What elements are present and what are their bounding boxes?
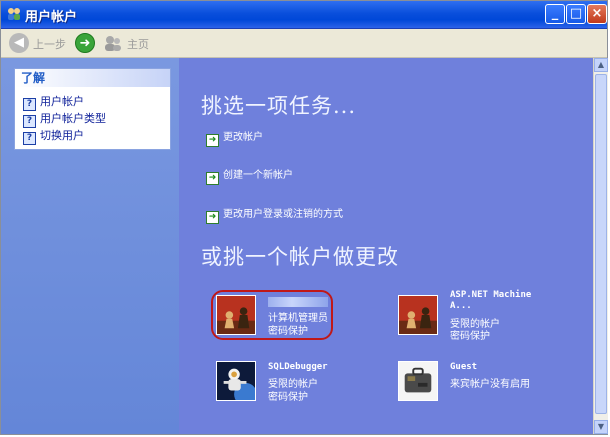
scroll-thumb[interactable]: [595, 74, 607, 414]
home-label[interactable]: 主页: [127, 36, 149, 52]
learn-item-user-accounts[interactable]: ? 用户帐户: [23, 93, 84, 111]
window-title: 用户帐户: [25, 10, 78, 25]
arrow-icon: ➜: [206, 134, 219, 147]
task-create-account[interactable]: ➜ 创建一个新帐户: [206, 166, 293, 185]
help-icon: ?: [23, 132, 36, 145]
task-change-logon[interactable]: ➜ 更改用户登录或注销的方式: [206, 205, 343, 224]
account-name: Guest: [450, 362, 478, 372]
title-bar[interactable]: 用户帐户 _ □ ×: [1, 1, 607, 29]
task-label: 创建一个新帐户: [223, 170, 293, 181]
left-task-pane: 了解 ? 用户帐户 ? 用户帐户类型 ? 切换用户: [1, 58, 179, 434]
maximize-button[interactable]: □: [566, 4, 586, 24]
task-heading: 挑选一项任务...: [201, 94, 357, 118]
learn-item-label: 用户帐户: [40, 95, 84, 108]
arrow-icon: ➜: [206, 211, 219, 224]
close-button[interactable]: ×: [587, 4, 607, 24]
learn-heading: 了解: [15, 69, 170, 87]
learn-item-switch-user[interactable]: ? 切换用户: [23, 127, 84, 145]
learn-item-account-types[interactable]: ? 用户帐户类型: [23, 110, 106, 128]
account-type: 来宾帐户没有启用: [450, 379, 530, 390]
task-label: 更改用户登录或注销的方式: [223, 209, 343, 220]
scroll-up-icon[interactable]: ▲: [594, 58, 608, 72]
learn-box: 了解 ? 用户帐户 ? 用户帐户类型 ? 切换用户: [14, 68, 171, 150]
arrow-icon: ➜: [206, 172, 219, 185]
account-aspnet[interactable]: ASP.NET Machine A... 受限的帐户 密码保护: [398, 290, 548, 342]
account-name: SQLDebugger: [268, 362, 328, 372]
account-sqldebugger[interactable]: SQLDebugger 受限的帐户 密码保护: [216, 361, 356, 403]
blurred-account-name: [268, 297, 328, 307]
back-icon[interactable]: ◀: [9, 33, 29, 53]
users-icon: [8, 8, 20, 20]
vertical-scrollbar[interactable]: ▲ ▼: [593, 58, 608, 434]
astronaut-icon: [216, 361, 256, 401]
account-admin[interactable]: 计算机管理员 密码保护: [216, 295, 336, 337]
suitcase-icon: [398, 361, 438, 401]
task-change-account[interactable]: ➜ 更改帐户: [206, 128, 263, 147]
scroll-down-icon[interactable]: ▼: [594, 420, 608, 434]
learn-item-label: 用户帐户类型: [40, 112, 106, 125]
account-heading: 或挑一个帐户做更改: [201, 245, 399, 269]
account-password-status: 密码保护: [268, 392, 308, 403]
user-accounts-window: 用户帐户 _ □ × ◀ 上一步 ➜ 主页 了解 ? 用户帐户 ? 用户帐户类型 ?…: [0, 0, 608, 435]
minimize-button[interactable]: _: [545, 4, 565, 24]
learn-item-label: 切换用户: [40, 129, 84, 142]
account-password-status: 密码保护: [450, 331, 490, 342]
chess-icon: [398, 295, 438, 335]
account-name: ASP.NET Machine A...: [450, 290, 532, 311]
task-label: 更改帐户: [223, 132, 263, 143]
back-label[interactable]: 上一步: [33, 36, 66, 52]
toolbar: ◀ 上一步 ➜ 主页: [1, 29, 607, 58]
account-password-status: 密码保护: [268, 326, 308, 337]
home-users-icon[interactable]: [103, 33, 123, 53]
chess-icon: [216, 295, 256, 335]
account-guest[interactable]: Guest 来宾帐户没有启用: [398, 361, 558, 403]
forward-icon[interactable]: ➜: [75, 33, 95, 53]
